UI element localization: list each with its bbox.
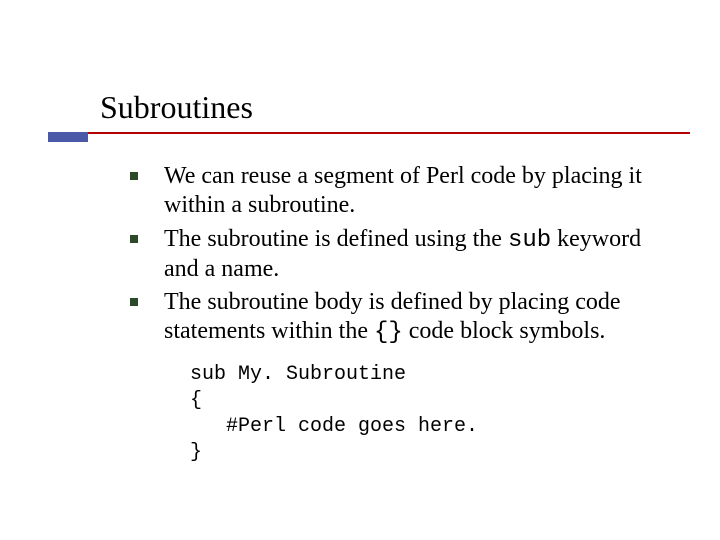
code-line: sub My. Subroutine <box>190 363 406 386</box>
title-underline-accent <box>48 132 88 142</box>
square-bullet-icon <box>130 172 138 180</box>
list-item: We can reuse a segment of Perl code by p… <box>130 162 680 221</box>
bullet-list: We can reuse a segment of Perl code by p… <box>130 162 680 352</box>
slide: Subroutines We can reuse a segment of Pe… <box>0 0 720 540</box>
code-line: { <box>190 389 202 412</box>
code-line: } <box>190 441 202 464</box>
inline-code: sub <box>508 227 551 254</box>
inline-code: {} <box>374 319 403 346</box>
list-item: The subroutine body is defined by placin… <box>130 288 680 348</box>
code-line: #Perl code goes here. <box>190 415 478 438</box>
code-block: sub My. Subroutine { #Perl code goes her… <box>190 362 478 466</box>
slide-title: Subroutines <box>100 90 690 125</box>
title-underline <box>48 132 690 134</box>
square-bullet-icon <box>130 235 138 243</box>
bullet-text-pre: The subroutine is defined using the <box>164 226 508 252</box>
square-bullet-icon <box>130 298 138 306</box>
bullet-text-post: code block symbols. <box>403 318 606 344</box>
list-item: The subroutine is defined using the sub … <box>130 225 680 285</box>
title-area: Subroutines <box>100 90 690 131</box>
bullet-text: We can reuse a segment of Perl code by p… <box>164 163 642 218</box>
